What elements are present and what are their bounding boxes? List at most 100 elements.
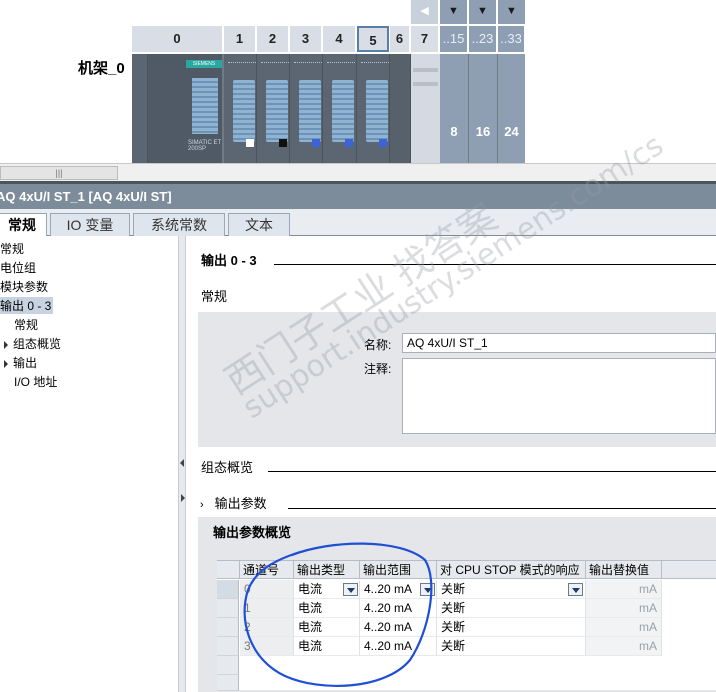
tab-io-tags[interactable]: IO 变量 — [50, 213, 130, 236]
slot-header-0[interactable]: 0 — [132, 26, 223, 52]
col-header-output-range: 输出范围 — [360, 561, 437, 579]
nav-item-config-overview[interactable]: 组态概览 — [4, 335, 61, 352]
slot-header-33[interactable]: ..33 — [498, 26, 525, 52]
row-header[interactable] — [217, 618, 239, 637]
section-rule — [274, 264, 716, 265]
row-header[interactable] — [217, 675, 239, 691]
expand-slots-33-icon[interactable]: ▼ — [498, 0, 525, 24]
nav-item-outputs-general[interactable]: 常规 — [14, 316, 38, 333]
name-label: 名称: — [364, 338, 392, 352]
row-header[interactable] — [217, 599, 239, 618]
empty-slot-7[interactable] — [411, 54, 440, 164]
cpu-stop-select[interactable]: 关断 — [437, 580, 586, 599]
module-slot-3[interactable] — [290, 54, 323, 164]
properties-nav-tree: 常规 电位组 模块参数 输出 0 - 3 常规 组态概览 输出 I/O 地址 — [0, 236, 179, 692]
nav-item-general[interactable]: 常规 — [0, 240, 24, 257]
module-slot-5-selected[interactable] — [357, 54, 390, 164]
output-params-rule — [288, 508, 716, 509]
module-slot-4[interactable] — [323, 54, 357, 164]
properties-title-bar: AQ 4xU/I ST_1 [AQ 4xU/I ST] — [0, 184, 716, 209]
expand-slots-15-icon[interactable]: ▼ — [440, 0, 467, 24]
server-module[interactable] — [390, 54, 411, 164]
tab-general[interactable]: 常规 — [0, 213, 47, 237]
slot-header-2[interactable]: 2 — [257, 26, 289, 52]
row-header[interactable] — [217, 637, 239, 656]
output-params-overview-title: 输出参数概览 — [213, 525, 292, 540]
col-header-output-type: 输出类型 — [294, 561, 360, 579]
output-range-value: 4..20 mA — [364, 582, 413, 596]
slot-header-15[interactable]: ..15 — [440, 26, 468, 52]
interface-module[interactable]: SIEMENS SIMATIC ET 200SP — [148, 54, 222, 164]
head-brand: SIEMENS — [186, 60, 222, 68]
extension-slot-16[interactable]: 16 — [469, 54, 497, 164]
channel-cell: 3 — [240, 637, 294, 656]
output-type-cell[interactable]: 电流 — [294, 618, 360, 637]
substitute-value-cell[interactable]: mA — [586, 580, 662, 599]
col-header-cpu-stop: 对 CPU STOP 模式的响应 — [437, 561, 586, 579]
nav-splitter[interactable] — [179, 236, 186, 692]
cpu-stop-cell[interactable]: 关断 — [437, 618, 586, 637]
nav-item-output[interactable]: 输出 — [4, 354, 37, 371]
expand-slots-23-icon[interactable]: ▼ — [469, 0, 496, 24]
scroll-left-icon[interactable]: ◀ — [411, 0, 438, 24]
chevron-right-icon[interactable]: › — [200, 499, 204, 511]
output-params-row[interactable]: › 输出参数 — [200, 493, 267, 512]
output-type-value: 电流 — [298, 582, 323, 596]
tab-texts[interactable]: 文本 — [228, 213, 290, 236]
config-overview-rule — [268, 471, 716, 472]
comment-label: 注释: — [364, 362, 392, 376]
cpu-stop-cell[interactable]: 关断 — [437, 599, 586, 618]
properties-title: AQ 4xU/I ST_1 [AQ 4xU/I ST] — [0, 189, 172, 204]
horizontal-scrollbar[interactable]: ||| — [0, 163, 716, 181]
nav-item-module-params[interactable]: 模块参数 — [0, 278, 48, 295]
row-header[interactable] — [217, 580, 239, 599]
output-range-cell[interactable]: 4..20 mA — [360, 618, 437, 637]
expand-right-icon[interactable] — [181, 494, 185, 502]
output-params-table: 通道号 输出类型 输出范围 对 CPU STOP 模式的响应 输出替换值 0 电… — [217, 560, 716, 691]
substitute-value-cell[interactable]: mA — [586, 637, 662, 656]
rack-label: 机架_0 — [78, 60, 125, 77]
head-module-text: SIMATIC ET 200SP — [188, 140, 222, 152]
nav-item-io-address[interactable]: I/O 地址 — [14, 373, 57, 390]
subsection-general: 常规 — [201, 289, 228, 304]
output-range-cell[interactable]: 4..20 mA — [360, 637, 437, 656]
substitute-value-cell[interactable]: mA — [586, 599, 662, 618]
output-range-cell[interactable]: 4..20 mA — [360, 599, 437, 618]
nav-item-outputs-0-3[interactable]: 输出 0 - 3 — [0, 297, 54, 314]
slot-header-7[interactable]: 7 — [411, 26, 439, 52]
output-type-cell[interactable]: 电流 — [294, 637, 360, 656]
extension-slot-24[interactable]: 24 — [498, 54, 525, 164]
row-header[interactable] — [217, 656, 239, 675]
slot-header-4[interactable]: 4 — [323, 26, 356, 52]
channel-cell: 1 — [240, 599, 294, 618]
tab-system-constants[interactable]: 系统常数 — [133, 213, 225, 236]
col-header-channel: 通道号 — [240, 561, 294, 579]
dropdown-arrow-icon[interactable] — [568, 583, 583, 596]
extension-slot-8[interactable]: 8 — [440, 54, 468, 164]
channel-cell: 0 — [240, 580, 294, 599]
expand-arrow-icon[interactable] — [4, 359, 8, 368]
nav-label-output: 输出 — [13, 356, 38, 370]
slot-header-23[interactable]: ..23 — [469, 26, 497, 52]
comment-field[interactable] — [402, 358, 716, 434]
dropdown-arrow-icon[interactable] — [343, 583, 358, 596]
module-slot-2[interactable] — [257, 54, 290, 164]
slot-header-1[interactable]: 1 — [224, 26, 256, 52]
name-field[interactable]: AQ 4xU/I ST_1 — [402, 333, 716, 353]
collapse-left-icon[interactable] — [180, 459, 184, 467]
slot-header-6[interactable]: 6 — [390, 26, 410, 52]
channel-cell: 2 — [240, 618, 294, 637]
col-header-empty — [662, 561, 716, 579]
slot-header-3[interactable]: 3 — [290, 26, 322, 52]
scrollbar-thumb-icon[interactable]: ||| — [0, 166, 118, 180]
cpu-stop-cell[interactable]: 关断 — [437, 637, 586, 656]
output-type-cell[interactable]: 电流 — [294, 599, 360, 618]
expand-arrow-icon[interactable] — [4, 340, 8, 349]
rack-end-module — [132, 54, 148, 164]
nav-item-potential-group[interactable]: 电位组 — [0, 259, 36, 276]
col-header-substitute-value: 输出替换值 — [586, 561, 662, 579]
module-slot-1[interactable] — [224, 54, 257, 164]
substitute-value-cell[interactable]: mA — [586, 618, 662, 637]
slot-header-5[interactable]: 5 — [357, 26, 389, 52]
dropdown-arrow-icon[interactable] — [420, 583, 435, 596]
